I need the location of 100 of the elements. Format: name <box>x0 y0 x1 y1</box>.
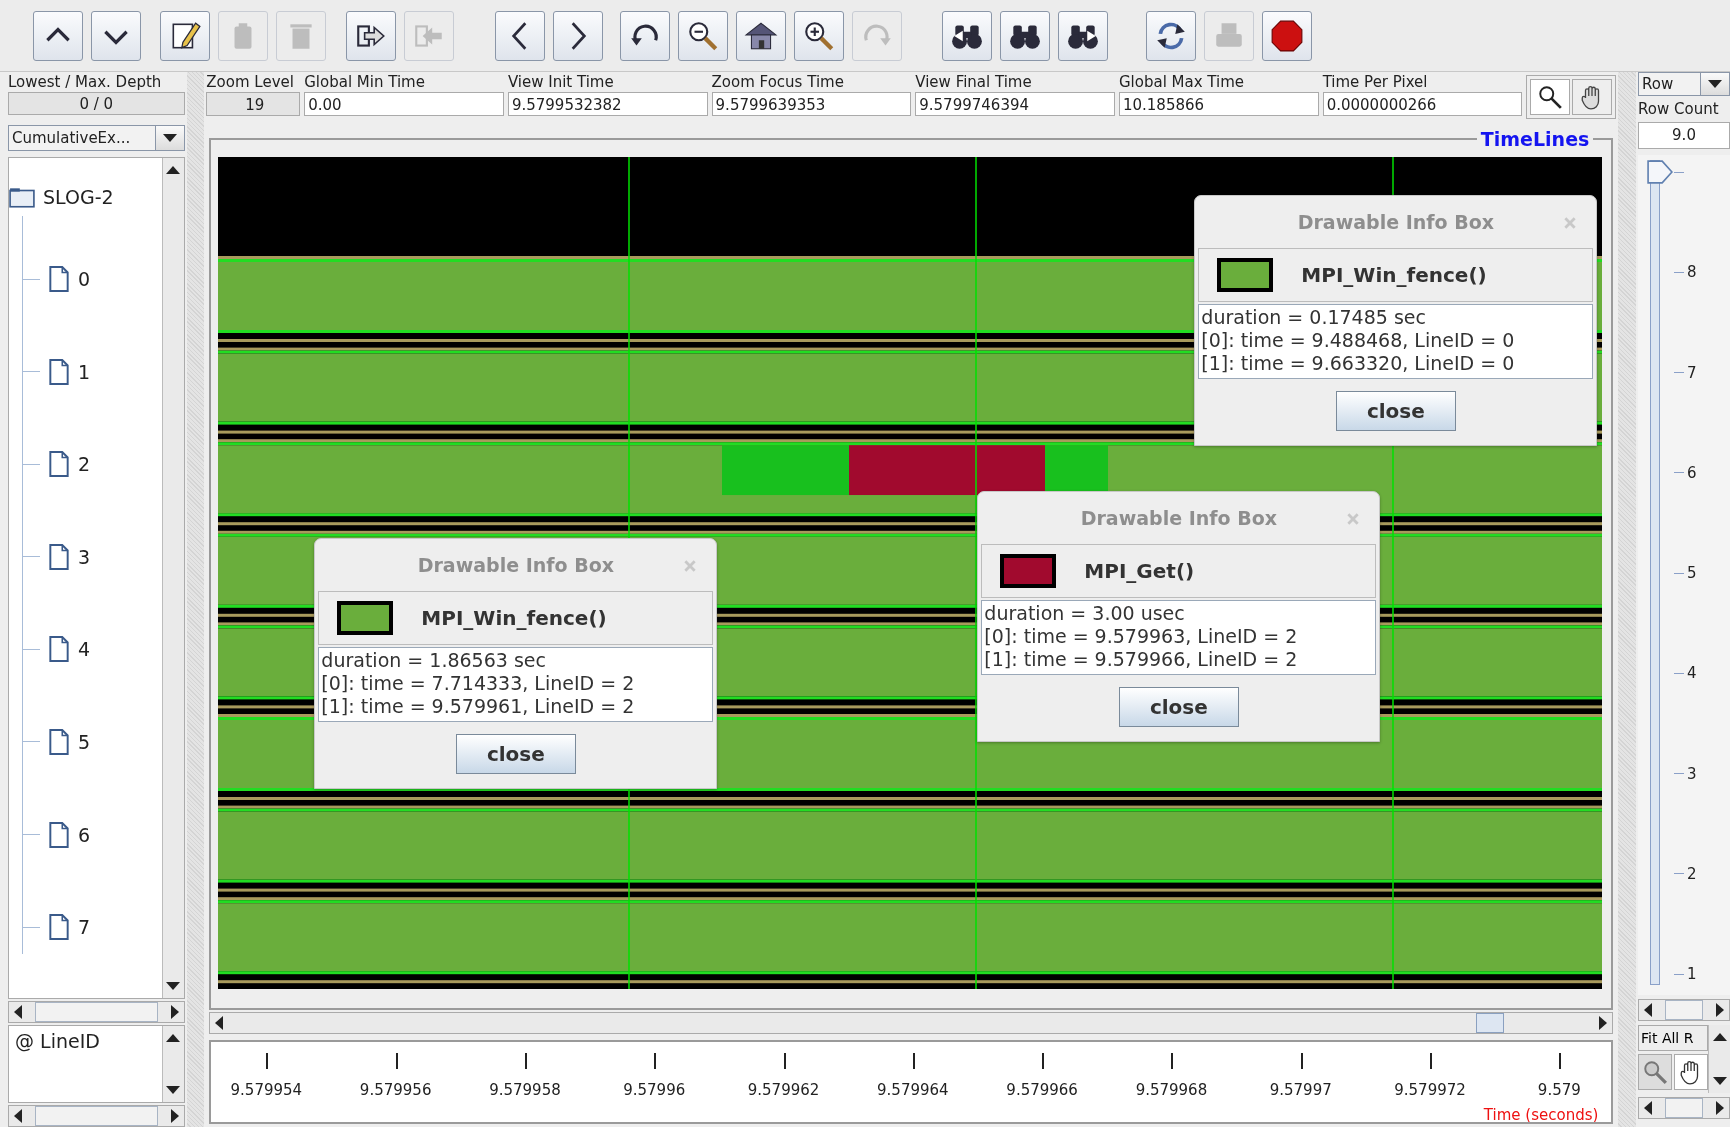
hand-tool-button[interactable] <box>1674 1054 1708 1090</box>
zoom-tool-button[interactable] <box>1530 79 1571 115</box>
info-line: [0]: time = 7.714333, LineID = 2 <box>321 672 636 695</box>
slider-tick-label: 1 <box>1687 965 1697 983</box>
horizontal-scrollbar[interactable] <box>1638 999 1730 1021</box>
info-line: duration = 0.17485 sec <box>1201 306 1427 329</box>
file-icon <box>48 266 70 292</box>
info-line: [1]: time = 9.663320, LineID = 0 <box>1201 352 1516 375</box>
row-count-field[interactable]: 9.0 <box>1638 122 1730 149</box>
toolbar-button[interactable] <box>160 10 210 61</box>
hand-tool-button[interactable] <box>1572 79 1613 115</box>
time-field[interactable]: 10.185866 <box>1118 92 1319 116</box>
info-line: duration = 1.86563 sec <box>321 649 547 672</box>
depth-field: 0 / 0 <box>8 92 185 115</box>
toolbar-button[interactable] <box>620 10 670 61</box>
row-dropdown[interactable]: Row <box>1638 72 1730 96</box>
file-icon <box>48 821 70 848</box>
row-count-label: Row Count <box>1638 99 1720 119</box>
toolbar-button[interactable] <box>942 10 992 61</box>
file-icon <box>48 358 70 385</box>
window-title: Drawable Info Box <box>1080 507 1277 529</box>
horizontal-scrollbar[interactable] <box>8 1105 185 1127</box>
tree-item[interactable]: 7 <box>22 912 162 943</box>
field-label: View Init Time <box>507 72 615 92</box>
timeline-row[interactable] <box>218 897 1603 984</box>
tree-item[interactable]: 4 <box>22 634 162 665</box>
toolbar-button[interactable] <box>553 10 603 61</box>
field-label: View Final Time <box>915 72 1033 92</box>
time-field[interactable]: 19 <box>206 92 301 116</box>
timelines-title: TimeLines <box>1479 128 1591 150</box>
field-label: Time Per Pixel <box>1322 72 1429 92</box>
toolbar-button[interactable] <box>678 10 728 61</box>
tree-item[interactable]: 2 <box>22 449 162 480</box>
close-button[interactable]: close <box>1118 687 1239 727</box>
file-icon <box>48 543 70 570</box>
horizontal-scrollbar[interactable] <box>209 1012 1614 1034</box>
time-field[interactable]: 0.00 <box>304 92 504 116</box>
info-line: [0]: time = 9.488468, LineID = 0 <box>1201 329 1516 352</box>
field-label: Global Max Time <box>1118 72 1246 92</box>
slider-tick-label: 7 <box>1687 363 1697 382</box>
vertical-scrollbar[interactable] <box>161 158 184 998</box>
depth-label: Lowest / Max. Depth <box>8 72 163 92</box>
tree-item[interactable]: 1 <box>22 356 162 387</box>
time-field[interactable]: 9.5799639353 <box>711 92 912 116</box>
search-icon <box>1642 1059 1668 1085</box>
tree-item[interactable]: 5 <box>22 726 162 757</box>
window-title: Drawable Info Box <box>417 554 614 576</box>
axis-tick-label: 9.57996 <box>623 1081 686 1099</box>
toolbar-button[interactable] <box>1058 10 1108 61</box>
tree-item[interactable]: 0 <box>22 264 162 294</box>
slider-tick-label: 4 <box>1687 664 1697 683</box>
time-field[interactable]: 9.5799532382 <box>507 92 708 116</box>
state-name: MPI_Get() <box>1084 559 1195 583</box>
vertical-scrollbar[interactable] <box>1708 1025 1730 1093</box>
info-line: [1]: time = 9.579961, LineID = 2 <box>321 695 636 718</box>
toolbar-button[interactable] <box>91 10 141 61</box>
axis-tick-label: 9.579968 <box>1135 1081 1208 1099</box>
field-label: Zoom Level <box>206 72 295 92</box>
toolbar-button[interactable] <box>1000 10 1050 61</box>
state-name: MPI_Win_fence() <box>421 606 607 630</box>
tree-item[interactable]: 6 <box>22 819 162 850</box>
tree-item[interactable]: SLOG-2 <box>9 182 162 212</box>
fit-all-button[interactable]: Fit All R <box>1638 1025 1708 1051</box>
file-icon <box>48 728 70 755</box>
slider-tick-label: 6 <box>1687 463 1697 482</box>
axis-tick-label: 9.579 <box>1537 1081 1581 1099</box>
slider-tick-label: 5 <box>1687 564 1697 582</box>
horizontal-scrollbar[interactable] <box>8 1001 185 1023</box>
window-title: Drawable Info Box <box>1297 211 1494 233</box>
slider-thumb[interactable] <box>1647 160 1673 184</box>
row-slider[interactable] <box>1647 160 1673 985</box>
close-button[interactable]: close <box>455 734 576 774</box>
axis-tick-label: 9.579956 <box>359 1081 432 1099</box>
timeline-row[interactable] <box>218 805 1603 892</box>
toolbar-button[interactable] <box>495 10 545 61</box>
toolbar-button[interactable] <box>1146 10 1196 61</box>
axis-tick-label: 9.579966 <box>1006 1081 1078 1099</box>
slider-tick-label: 3 <box>1687 764 1697 783</box>
slider-tick-label: 8 <box>1687 263 1697 282</box>
search-icon <box>1537 84 1564 110</box>
toolbar-button[interactable] <box>346 10 396 61</box>
toolbar-button[interactable] <box>794 10 844 61</box>
toolbar-button[interactable] <box>736 10 786 61</box>
horizontal-scrollbar[interactable] <box>1638 1097 1730 1119</box>
info-line: [0]: time = 9.579963, LineID = 2 <box>984 625 1299 648</box>
time-field[interactable]: 9.5799746394 <box>915 92 1115 116</box>
time-field[interactable]: 0.0000000266 <box>1322 92 1523 116</box>
file-icon <box>48 451 70 478</box>
toolbar-button[interactable] <box>1262 10 1312 61</box>
stop-icon <box>1270 18 1304 53</box>
close-button[interactable]: close <box>1335 391 1456 431</box>
tree-item[interactable]: 3 <box>22 541 162 572</box>
axis-tick-label: 9.579964 <box>877 1081 949 1099</box>
axis-tick-label: 9.579954 <box>230 1081 303 1099</box>
legend-dropdown[interactable]: CumulativeEx... <box>8 125 185 151</box>
slider-tick-label: 2 <box>1687 864 1697 883</box>
info-line: [1]: time = 9.579966, LineID = 2 <box>984 648 1299 671</box>
toolbar-button[interactable] <box>33 10 83 61</box>
vertical-scrollbar[interactable] <box>161 1026 184 1102</box>
axis-tick-label: 9.579958 <box>489 1081 561 1099</box>
